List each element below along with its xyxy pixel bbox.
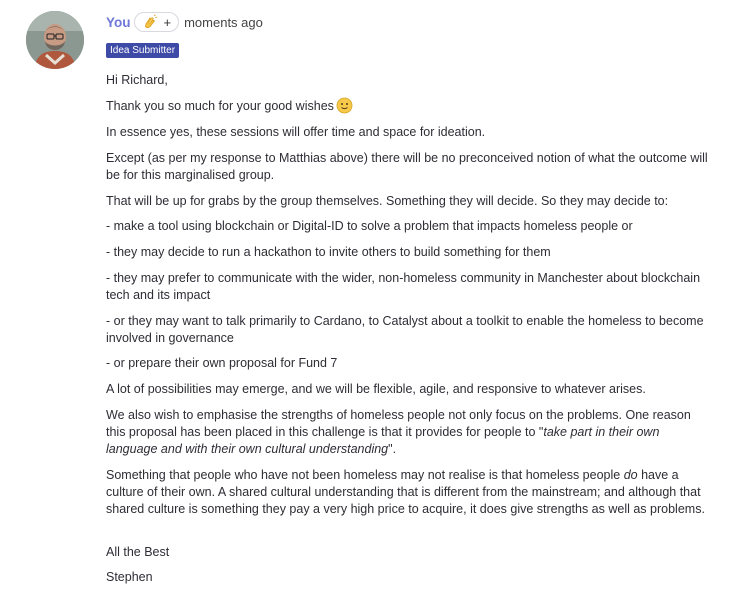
paragraph: A lot of possibilities may emerge, and w… [106, 382, 646, 396]
reaction-button[interactable]: + [133, 12, 180, 32]
user-avatar[interactable] [26, 11, 84, 69]
paragraph: All the Best [106, 545, 170, 559]
comment-header: You + moments ago [106, 10, 263, 34]
paragraph: - they may prefer to communicate with th… [106, 271, 701, 302]
comment-timestamp: moments ago [184, 14, 263, 30]
user-avatar-image [26, 11, 84, 69]
paragraph: That will be up for grabs by the group t… [106, 194, 669, 208]
paragraph: We also wish to emphasise the strengths … [106, 408, 691, 456]
smiley-icon [336, 97, 353, 119]
emphasis-text: do [623, 468, 638, 482]
paragraph: - make a tool using blockchain or Digita… [106, 219, 633, 233]
paragraph: - or they may want to talk primarily to … [106, 314, 704, 345]
paragraph: Hi Richard, [106, 73, 168, 87]
paragraph: In essence yes, these sessions will offe… [106, 125, 486, 139]
paragraph: - or prepare their own proposal for Fund… [106, 356, 338, 370]
paragraph: Stephen [106, 570, 153, 584]
clapping-hands-icon [144, 14, 157, 28]
paragraph: - they may decide to run a hackathon to … [106, 245, 551, 259]
author-name[interactable]: You [106, 15, 131, 30]
paragraph: Something that people who have not been … [106, 468, 705, 516]
paragraph: Thank you so much for your good wishes [106, 97, 710, 119]
add-reaction-label: + [163, 14, 172, 30]
paragraph: Except (as per my response to Matthias a… [106, 151, 708, 182]
role-badge: Idea Submitter [106, 43, 180, 58]
